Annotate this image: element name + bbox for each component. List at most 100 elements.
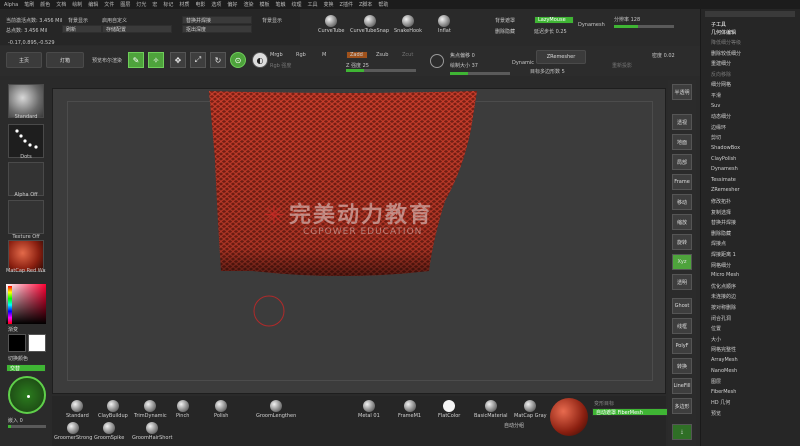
brush-slot-5[interactable]: GroomLengthen [256, 400, 296, 419]
panel-item-31[interactable]: NanoMesh [711, 368, 737, 374]
menu-item-17[interactable]: 笔触 [275, 1, 285, 8]
panel-item-15[interactable]: 修改拓扑 [711, 198, 731, 205]
dynamic-label[interactable]: Dynamic [512, 60, 534, 66]
rgb-label[interactable]: Rgb [296, 52, 306, 58]
curve-brush-2[interactable]: SnakeHook [394, 15, 422, 34]
brush-thumbnail[interactable] [8, 84, 44, 118]
bg-display-2[interactable]: 背景显示 [262, 17, 282, 24]
gizmo-icon[interactable]: ⊙ [230, 52, 246, 68]
panel-item-20[interactable]: 焊接距离 1 [711, 251, 736, 258]
brush-slot-1[interactable]: ClayBuildup [98, 400, 128, 419]
texture-thumbnail[interactable] [8, 200, 44, 234]
menu-item-13[interactable]: 选项 [211, 1, 221, 8]
panel-item-16[interactable]: 复制选择 [711, 209, 731, 216]
panel-item-27[interactable]: 位置 [711, 325, 721, 332]
menu-item-18[interactable]: 纹理 [291, 1, 301, 8]
shelf-btn-4[interactable]: Frame [672, 174, 692, 190]
panel-item-21[interactable]: 网格细分 [711, 262, 731, 269]
dynamic-brush-button[interactable]: 替换并焊接 [182, 16, 252, 24]
brush-slot-3[interactable]: Pinch [176, 400, 189, 419]
shelf-btn-export[interactable]: ⤓ [672, 424, 692, 440]
menu-item-2[interactable]: 颜色 [40, 1, 50, 8]
menu-item-16[interactable]: 模板 [259, 1, 269, 8]
hue-strip[interactable] [8, 286, 12, 324]
panel-item-5[interactable]: 平滑 [711, 92, 721, 99]
bg-display[interactable]: 背景显示 [68, 17, 88, 24]
reproject-label[interactable]: 重新投影 [612, 62, 632, 69]
lazy-mouse-button[interactable]: LazyMouse [534, 16, 574, 24]
menu-item-0[interactable]: Alpha [4, 2, 18, 8]
scale-icon[interactable]: ⤢ [190, 52, 206, 68]
panel-item-14[interactable]: ZRemesher [711, 187, 740, 193]
move-icon[interactable]: ✥ [170, 52, 186, 68]
shelf-btn-9[interactable]: 透明 [672, 274, 692, 290]
color-picker[interactable] [6, 284, 46, 324]
material-slot-4[interactable]: MatCap Gray [514, 400, 547, 419]
menu-item-7[interactable]: 图层 [120, 1, 130, 8]
gradient-label[interactable]: 渐变 [8, 326, 18, 333]
menu-item-8[interactable]: 灯光 [136, 1, 146, 8]
save-config-button[interactable]: 存储配置 [102, 25, 172, 33]
menu-item-1[interactable]: 笔刷 [24, 1, 34, 8]
switch-color-label[interactable]: 切换颜色 [8, 355, 28, 362]
shelf-btn-1[interactable]: 透视 [672, 114, 692, 130]
lazy-step-label[interactable]: 延迟步长 0.25 [534, 28, 567, 35]
z-intensity-slider[interactable] [346, 69, 416, 72]
shelf-btn-11[interactable]: 线框 [672, 318, 692, 334]
geometry-header[interactable]: 几何体编辑 [711, 29, 736, 36]
bg-mask-label[interactable]: 背景遮罩 [495, 17, 515, 24]
curve-brush-0[interactable]: CurveTube [318, 15, 344, 34]
shelf-btn-2[interactable]: 地面 [672, 134, 692, 150]
menu-item-11[interactable]: 材质 [179, 1, 189, 8]
brush-slot-8[interactable]: GroomHairShort [132, 422, 173, 441]
zsub-label[interactable]: Zsub [376, 52, 388, 58]
panel-item-24[interactable]: 未连接的边 [711, 293, 736, 300]
auto-mask-button[interactable]: 自动遮罩 FiberMesh [592, 408, 668, 416]
shelf-btn-13[interactable]: 转换 [672, 358, 692, 374]
material-slot-1[interactable]: FrameM1 [398, 400, 421, 419]
brush-slot-2[interactable]: TrimDynamic [134, 400, 167, 419]
menu-item-22[interactable]: Z脚本 [359, 1, 372, 8]
menu-item-23[interactable]: 帮助 [378, 1, 388, 8]
panel-item-30[interactable]: ArrayMesh [711, 357, 738, 363]
shelf-btn-14[interactable]: LineFill [672, 378, 692, 394]
panel-item-10[interactable]: ShadowBox [711, 145, 740, 151]
mrgb-label[interactable]: Mrgb [270, 52, 283, 58]
menu-item-6[interactable]: 文件 [104, 1, 114, 8]
menu-item-14[interactable]: 偏好 [227, 1, 237, 8]
panel-header[interactable]: 子工具 [711, 21, 726, 28]
ghost-icon[interactable]: ◐ [252, 52, 268, 68]
menu-item-5[interactable]: 编辑 [88, 1, 98, 8]
focal-icon[interactable] [430, 54, 444, 68]
panel-item-12[interactable]: Dynamesh [711, 166, 738, 172]
shelf-btn-7[interactable]: 旋转 [672, 234, 692, 250]
canvas-viewport[interactable]: 完美动力教育 CGPOWER EDUCATION ✳ [52, 88, 666, 394]
preview-label[interactable]: 预览布尔渲染 [92, 57, 122, 64]
radius-slider[interactable] [8, 425, 46, 428]
shelf-btn-3[interactable]: 局部 [672, 154, 692, 170]
current-material-sphere[interactable] [550, 398, 588, 436]
menu-item-4[interactable]: 绘制 [72, 1, 82, 8]
panel-item-29[interactable]: 网格完整性 [711, 346, 736, 353]
shelf-btn-6[interactable]: 缩放 [672, 214, 692, 230]
panel-item-18[interactable]: 删除隐藏 [711, 230, 731, 237]
home-button[interactable]: 主页 [6, 52, 42, 68]
zadd-button[interactable]: Zadd [346, 51, 368, 59]
material-slot-2[interactable]: FlatColor [438, 400, 460, 419]
zremesher-button[interactable]: ZRemesher [536, 50, 586, 64]
auto-group-label[interactable]: 自动分组 [504, 422, 524, 429]
material-slot-0[interactable]: Metal 01 [358, 400, 380, 419]
panel-item-0[interactable]: 降低细分等级 [711, 39, 741, 46]
panel-item-26[interactable]: 闭合孔洞 [711, 315, 731, 322]
panel-item-9[interactable]: 剪切 [711, 134, 721, 141]
edit-icon[interactable]: ✎ [128, 52, 144, 68]
alpha-thumbnail[interactable] [8, 162, 44, 196]
mask-extract-button[interactable]: 抠出深度 [182, 25, 252, 33]
radius-dial[interactable] [8, 376, 46, 414]
panel-item-4[interactable]: 细分网格 [711, 81, 731, 88]
panel-item-3[interactable]: 反向移除 [711, 71, 731, 78]
menu-item-12[interactable]: 电影 [195, 1, 205, 8]
menu-item-9[interactable]: 宏 [152, 1, 157, 8]
chainmail-mesh[interactable] [53, 89, 667, 395]
panel-item-1[interactable]: 删除较低细分 [711, 50, 741, 57]
